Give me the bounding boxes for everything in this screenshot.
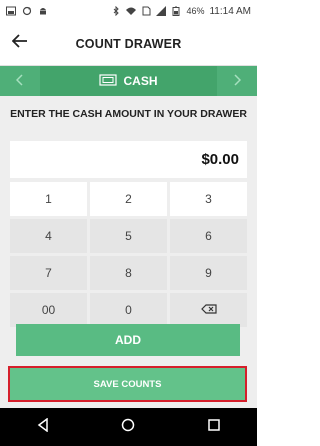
status-bar: 46% 11:14 AM bbox=[0, 0, 257, 22]
cash-icon bbox=[99, 73, 118, 89]
tab-cash[interactable]: CASH bbox=[40, 66, 217, 96]
key-6[interactable]: 6 bbox=[170, 219, 247, 253]
sim-icon bbox=[141, 6, 151, 16]
backspace-key[interactable] bbox=[170, 293, 247, 327]
number-keypad: 1 2 3 4 5 6 7 8 9 00 0 bbox=[10, 182, 247, 327]
circle-home-icon bbox=[121, 418, 135, 437]
key-00[interactable]: 00 bbox=[10, 293, 87, 327]
tender-tab-bar: CASH bbox=[0, 66, 257, 96]
nav-home-button[interactable] bbox=[114, 413, 142, 441]
tab-label: CASH bbox=[123, 74, 158, 88]
prev-tab-button[interactable] bbox=[0, 66, 40, 96]
key-3[interactable]: 3 bbox=[170, 182, 247, 216]
battery-icon bbox=[171, 6, 181, 16]
count-content: ENTER THE CASH AMOUNT IN YOUR DRAWER $0.… bbox=[0, 96, 257, 408]
wifi-icon bbox=[126, 6, 137, 16]
chevron-left-icon bbox=[15, 73, 24, 89]
backspace-icon bbox=[200, 303, 217, 317]
system-nav-bar bbox=[0, 408, 257, 446]
key-2[interactable]: 2 bbox=[90, 182, 167, 216]
triangle-back-icon bbox=[37, 417, 49, 437]
key-8[interactable]: 8 bbox=[90, 256, 167, 290]
key-1[interactable]: 1 bbox=[10, 182, 87, 216]
add-button[interactable]: ADD bbox=[16, 324, 240, 356]
amount-value: $0.00 bbox=[201, 151, 239, 168]
sync-icon bbox=[22, 6, 32, 16]
instruction-text: ENTER THE CASH AMOUNT IN YOUR DRAWER bbox=[10, 108, 247, 120]
signal-icon bbox=[156, 6, 167, 16]
status-left bbox=[6, 6, 48, 16]
key-0[interactable]: 0 bbox=[90, 293, 167, 327]
nav-recents-button[interactable] bbox=[200, 413, 228, 441]
arrow-left-icon bbox=[11, 34, 28, 53]
next-tab-button[interactable] bbox=[217, 66, 257, 96]
bluetooth-icon bbox=[111, 5, 121, 17]
battery-percent: 46% bbox=[186, 6, 205, 16]
key-7[interactable]: 7 bbox=[10, 256, 87, 290]
save-counts-button[interactable]: SAVE COUNTS bbox=[8, 366, 247, 402]
nav-back-button[interactable] bbox=[29, 413, 57, 441]
app-header: COUNT DRAWER bbox=[0, 22, 257, 66]
status-right: 46% 11:14 AM bbox=[111, 6, 251, 17]
status-time: 11:14 AM bbox=[209, 5, 251, 17]
key-4[interactable]: 4 bbox=[10, 219, 87, 253]
android-icon bbox=[38, 6, 48, 16]
back-button[interactable] bbox=[0, 22, 40, 66]
gallery-icon bbox=[6, 6, 16, 16]
square-recents-icon bbox=[208, 418, 220, 436]
key-5[interactable]: 5 bbox=[90, 219, 167, 253]
chevron-right-icon bbox=[233, 73, 242, 89]
amount-display: $0.00 bbox=[10, 141, 247, 178]
key-9[interactable]: 9 bbox=[170, 256, 247, 290]
